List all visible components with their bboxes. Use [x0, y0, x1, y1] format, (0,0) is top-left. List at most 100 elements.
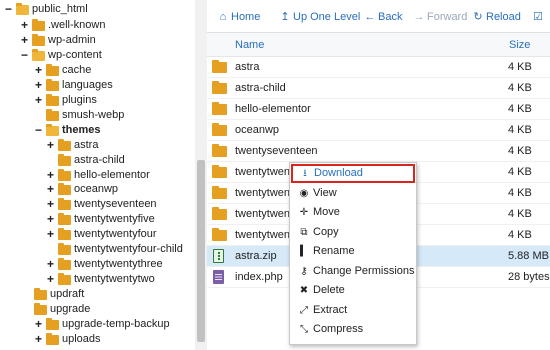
folder-icon: [46, 108, 59, 121]
expand-icon[interactable]: +: [20, 33, 29, 48]
eye-icon: ◉: [299, 188, 309, 199]
tree-item-label: smush-webp: [62, 109, 125, 121]
file-name[interactable]: oceanwp: [235, 124, 279, 136]
tree-item[interactable]: updraft: [34, 287, 84, 302]
menu-item-view[interactable]: ◉ View: [290, 184, 416, 203]
tree-item[interactable]: + twentytwentyfour: [46, 227, 157, 242]
tree-item[interactable]: + languages: [34, 78, 113, 93]
folder-icon: [34, 287, 47, 300]
folder-icon: [32, 18, 45, 31]
file-name[interactable]: astra-child: [235, 82, 286, 94]
checkbox-icon: ☑: [533, 11, 543, 23]
name-column-header[interactable]: Name: [235, 39, 264, 51]
tree-item[interactable]: + .well-known: [20, 18, 105, 33]
file-row[interactable]: astra-child 4 KB: [207, 78, 550, 99]
tree-item[interactable]: − public_html: [4, 2, 88, 17]
file-name[interactable]: hello-elementor: [235, 103, 311, 115]
file-row[interactable]: oceanwp 4 KB: [207, 120, 550, 141]
tree-item-label: twentyseventeen: [74, 198, 157, 210]
tree-item[interactable]: + oceanwp: [46, 182, 118, 197]
file-name[interactable]: twentyseventeen: [235, 145, 318, 157]
tree-item[interactable]: + uploads: [34, 332, 101, 347]
folder-icon: [58, 182, 71, 195]
collapse-icon[interactable]: −: [4, 2, 13, 17]
tree-item[interactable]: + hello-elementor: [46, 168, 150, 183]
tree-item[interactable]: + cache: [34, 63, 91, 78]
folder-icon: [212, 81, 227, 94]
zip-file-icon: [213, 249, 224, 263]
tree-item[interactable]: − wp-content: [20, 48, 102, 63]
tree-item-label: twentytwentyfour-child: [74, 243, 183, 255]
up-one-level-button[interactable]: ↥ Up One Level: [279, 9, 360, 25]
tree-item[interactable]: + astra: [46, 138, 98, 153]
forward-button[interactable]: → Forward: [413, 9, 468, 25]
file-row[interactable]: hello-elementor 4 KB: [207, 99, 550, 120]
tree-item[interactable]: smush-webp: [46, 108, 124, 123]
menu-item-label: Download: [314, 167, 363, 179]
tree-item[interactable]: + upgrade-temp-backup: [34, 317, 170, 332]
file-name[interactable]: astra.zip: [235, 250, 277, 262]
menu-item-label: Change Permissions: [313, 265, 415, 277]
menu-item-download[interactable]: ⭳ Download: [291, 164, 415, 183]
tree-scrollbar-thumb[interactable]: [197, 160, 205, 342]
expand-icon[interactable]: +: [46, 182, 55, 197]
file-size: 4 KB: [508, 229, 532, 241]
tree-item-label: updraft: [50, 288, 85, 300]
expand-icon[interactable]: +: [46, 227, 55, 242]
menu-item-delete[interactable]: ✖ Delete: [290, 281, 416, 300]
select-all-button[interactable]: ☑: [532, 9, 546, 25]
folder-open-icon: [46, 123, 59, 136]
collapse-icon[interactable]: −: [20, 48, 29, 63]
menu-item-label: View: [313, 187, 337, 199]
expand-icon[interactable]: +: [20, 18, 29, 33]
expand-icon[interactable]: +: [46, 272, 55, 287]
tree-item-label: twentytwentyfour: [74, 228, 157, 240]
expand-icon[interactable]: +: [34, 317, 43, 332]
menu-item-rename[interactable]: ▍ Rename: [290, 242, 416, 261]
menu-item-change-permissions[interactable]: ⚷ Change Permissions: [290, 262, 416, 281]
tree-item[interactable]: + twentytwentyfive: [46, 212, 155, 227]
expand-icon[interactable]: +: [46, 197, 55, 212]
reload-button[interactable]: ↻ Reload: [472, 9, 520, 25]
back-button[interactable]: ← Back: [364, 9, 403, 25]
tree-scrollbar[interactable]: [195, 0, 207, 350]
folder-icon: [46, 63, 59, 76]
home-button[interactable]: ⌂ Home: [217, 9, 261, 25]
file-name[interactable]: index.php: [235, 271, 283, 283]
file-size: 5.88 MB: [508, 250, 549, 262]
menu-item-move[interactable]: ✛ Move: [290, 203, 416, 222]
folder-icon: [58, 168, 71, 181]
rename-icon: ▍: [300, 246, 308, 257]
expand-icon[interactable]: +: [46, 257, 55, 272]
expand-icon[interactable]: +: [34, 63, 43, 78]
size-column-header[interactable]: Size: [509, 39, 530, 51]
expand-icon[interactable]: +: [46, 138, 55, 153]
tree-item[interactable]: upgrade: [34, 302, 90, 317]
tree-item[interactable]: + twentyseventeen: [46, 197, 157, 212]
collapse-icon[interactable]: −: [34, 123, 43, 138]
expand-icon[interactable]: +: [46, 212, 55, 227]
file-size: 4 KB: [508, 145, 532, 157]
file-name[interactable]: astra: [235, 61, 259, 73]
folder-icon: [212, 207, 227, 220]
expand-icon[interactable]: +: [34, 78, 43, 93]
file-row[interactable]: twentyseventeen 4 KB: [207, 141, 550, 162]
expand-icon[interactable]: +: [46, 168, 55, 183]
tree-item-label: upgrade-temp-backup: [62, 318, 170, 330]
expand-icon[interactable]: +: [34, 332, 43, 347]
file-row[interactable]: astra 4 KB: [207, 57, 550, 78]
back-label: Back: [378, 11, 403, 23]
tree-item[interactable]: + plugins: [34, 93, 97, 108]
tree-item[interactable]: astra-child: [58, 153, 125, 168]
menu-item-extract[interactable]: ⤢ Extract: [290, 301, 416, 320]
tree-item[interactable]: + twentytwentythree: [46, 257, 163, 272]
menu-item-copy[interactable]: ⧉ Copy: [290, 223, 416, 242]
tree-item[interactable]: − themes: [34, 123, 101, 138]
expand-icon[interactable]: +: [34, 93, 43, 108]
tree-item[interactable]: + wp-admin: [20, 33, 96, 48]
file-size: 4 KB: [508, 187, 532, 199]
tree-item[interactable]: twentytwentyfour-child: [58, 242, 183, 257]
tree-item[interactable]: + twentytwentytwo: [46, 272, 155, 287]
menu-item-compress[interactable]: ⤡ Compress: [290, 320, 416, 339]
file-size: 4 KB: [508, 124, 532, 136]
